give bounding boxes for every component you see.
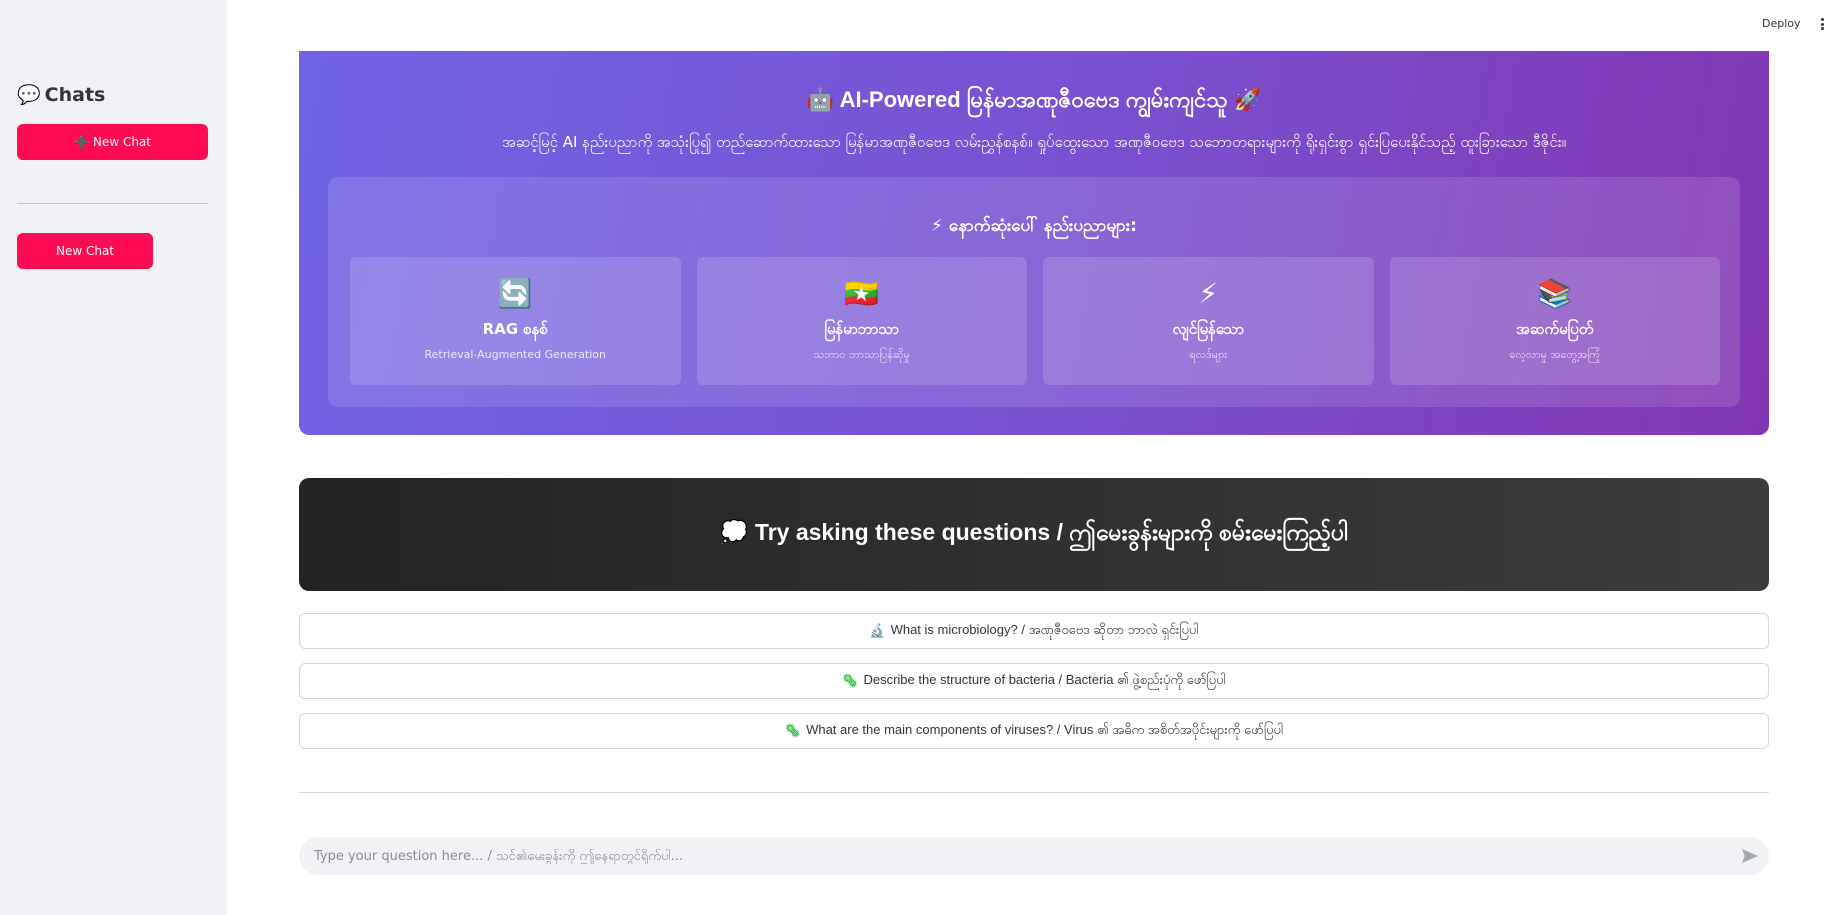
send-icon[interactable] [1741,848,1759,864]
question-label: Describe the structure of bacteria / Bac… [863,671,1226,687]
lightning-icon: ⚡ [1198,277,1219,310]
microscope-icon: 🔬 [869,623,886,638]
question-label: What are the main components of viruses?… [806,721,1284,737]
sidebar: 💬 Chats ➕ New Chat New Chat [0,0,227,915]
feature-card-fast: ⚡ လျင်မြန်သော ရလဒ်များ [1043,257,1374,385]
features-panel: ⚡ နောက်ဆုံးပေါ် နည်းပညာများ: 🔄 RAG စနစ် … [328,177,1740,407]
new-chat-label: New Chat [92,135,151,149]
main-divider [299,792,1769,793]
new-chat-button[interactable]: ➕ New Chat [17,124,208,160]
books-icon: 📚 [1537,277,1573,310]
plus-icon: ➕ [74,135,89,149]
deploy-button[interactable]: Deploy [1762,17,1801,30]
refresh-icon: 🔄 [497,277,533,310]
sidebar-title-label: Chats [44,83,106,106]
microbe-icon: 🦠 [842,673,859,688]
features-title: ⚡ နောက်ဆုံးပေါ် နည်းပညာများ: [931,216,1137,236]
hero-title: 🤖 AI-Powered မြန်မာအဏုဇီဝဗေဒ ကျွမ်းကျင်သ… [806,87,1262,112]
sidebar-divider [17,203,208,204]
feature-card-title: မြန်မာဘာသာ [824,320,900,338]
suggested-question-button[interactable]: 🔬 What is microbiology? / အဏုဇီဝဗေဒ ဆိုတ… [299,613,1769,649]
kebab-menu-icon[interactable] [1818,15,1826,33]
hero-section: 🤖 AI-Powered မြန်မာအဏုဇီဝဗေဒ ကျွမ်းကျင်သ… [299,51,1769,435]
feature-card-title: လျင်မြန်သော [1172,320,1245,338]
feature-card-title: RAG စနစ် [482,320,548,338]
myanmar-flag-icon: 🇲🇲 [844,277,880,310]
suggestions-banner: 💭 Try asking these questions / ဤမေးခွန်း… [299,478,1769,591]
feature-card-title: အဆက်မပြတ် [1516,320,1594,338]
feature-card-rag: 🔄 RAG စနစ် Retrieval-Augmented Generatio… [350,257,681,385]
chat-history-item[interactable]: New Chat [17,233,153,269]
suggested-question-button[interactable]: 🦠 Describe the structure of bacteria / B… [299,663,1769,699]
feature-card-subtitle: လေ့လာမှု အတွေ့အကြုံ [1509,348,1600,361]
sidebar-title: 💬 Chats [17,83,106,107]
feature-card-subtitle: ရလဒ်များ [1189,348,1228,361]
feature-cards: 🔄 RAG စနစ် Retrieval-Augmented Generatio… [350,257,1720,385]
microbe-icon: 🦠 [784,723,802,738]
feature-card-continuous: 📚 အဆက်မပြတ် လေ့လာမှု အတွေ့အကြုံ [1389,257,1720,385]
suggested-question-button[interactable]: 🦠 What are the main components of viruse… [299,713,1769,749]
hero-subtitle: အဆင့်မြင့် AI နည်းပညာကို အသုံးပြု၍ တည်ဆေ… [501,133,1567,151]
feature-card-subtitle: Retrieval-Augmented Generation [424,348,606,361]
speech-bubble-icon: 💬 [17,84,41,106]
feature-card-myanmar: 🇲🇲 မြန်မာဘာသာ သဘာဝ ဘာသာပြန်ဆိုမှု [696,257,1027,385]
chat-input-bar [299,837,1769,875]
chat-input[interactable] [314,848,1714,864]
feature-card-subtitle: သဘာဝ ဘာသာပြန်ဆိုမှု [813,348,910,361]
question-label: What is microbiology? / အဏုဇီဝဗေဒ ဆိုတာ … [890,621,1199,637]
